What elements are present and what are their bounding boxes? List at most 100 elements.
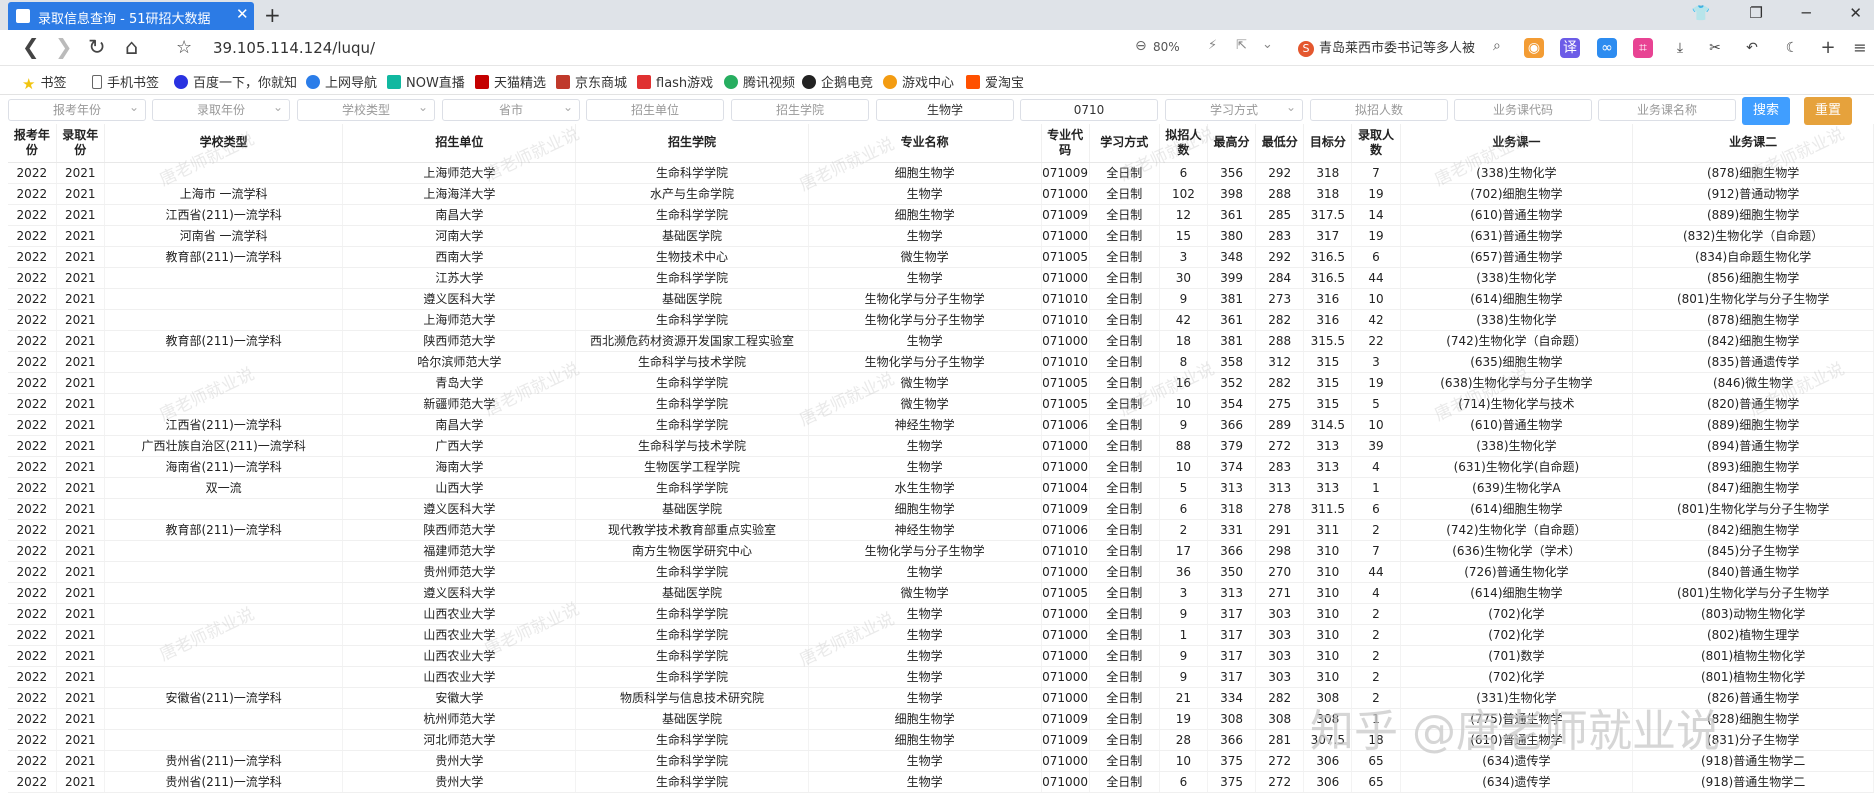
table-row[interactable]: 2022 2021 新疆师范大学 生命科学学院 微生物学 071005 全日制 10 354 27… bbox=[8, 393, 1874, 415]
table-row[interactable]: 2022 2021 河北师范大学 生命科学学院 细胞生物学 071009 全日制 28 366 2… bbox=[8, 729, 1874, 751]
table-row[interactable]: 2022 2021 教育部(211)一流学科 西南大学 生物技术中心 微生物学 071005… bbox=[8, 246, 1874, 268]
game-icon[interactable]: ◉ bbox=[1524, 38, 1544, 58]
bookmark-item[interactable]: 上网导航 bbox=[306, 72, 377, 91]
url-field[interactable]: 39.105.114.124/luqu/ bbox=[213, 39, 375, 57]
new-tab-icon[interactable]: + bbox=[264, 3, 281, 27]
table-row[interactable]: 2022 2021 上海师范大学 生命科学学院 细胞生物学 071009 全日制 6 356 29… bbox=[8, 162, 1874, 184]
table-cell: 2021 bbox=[56, 393, 105, 415]
unit-input[interactable]: 招生单位 bbox=[586, 99, 724, 121]
infinity-icon[interactable]: ∞ bbox=[1597, 38, 1617, 58]
search-input[interactable]: S 青岛莱西市委书记等多人被 bbox=[1298, 37, 1488, 59]
school-type-select[interactable]: 学校类型 bbox=[297, 97, 435, 121]
table-cell: 2021 bbox=[56, 330, 105, 352]
zoom-level[interactable]: 80% bbox=[1153, 40, 1180, 54]
table-row[interactable]: 2022 2021 山西农业大学 生命科学学院 生物学 071000 全日制 9 317 303 3… bbox=[8, 603, 1874, 625]
major-name-input[interactable]: 生物学 bbox=[876, 99, 1014, 121]
bookmark-star-icon[interactable]: ☆ bbox=[176, 37, 192, 58]
study-mode-select[interactable]: 学习方式 bbox=[1165, 97, 1303, 121]
table-row[interactable]: 2022 2021 贵州省(211)一流学科 贵州大学 生命科学学院 生物学 071000 全… bbox=[8, 771, 1874, 793]
table-row[interactable]: 2022 2021 上海市 一流学科 上海海洋大学 水产与生命学院 生物学 071000 全日… bbox=[8, 183, 1874, 205]
table-row[interactable]: 2022 2021 遵义医科大学 基础医学院 细胞生物学 071009 全日制 6 318 278… bbox=[8, 498, 1874, 520]
table-row[interactable]: 2022 2021 教育部(211)一流学科 陕西师范大学 西北濒危药材资源开发国家工程… bbox=[8, 330, 1874, 352]
table-row[interactable]: 2022 2021 海南省(211)一流学科 海南大学 生物医学工程学院 生物学 07100… bbox=[8, 456, 1874, 478]
table-row[interactable]: 2022 2021 江苏大学 生命科学学院 生物学 071000 全日制 30 399 284 31… bbox=[8, 267, 1874, 289]
undo-icon[interactable]: ↶ bbox=[1742, 38, 1762, 58]
table-cell: 安徽省(211)一流学科 bbox=[104, 687, 344, 709]
restore-window-icon[interactable]: ❐ bbox=[1749, 4, 1762, 22]
reset-button[interactable]: 重置 bbox=[1804, 97, 1852, 125]
download-icon[interactable]: ⤓ bbox=[1670, 38, 1690, 58]
table-row[interactable]: 2022 2021 河南省 一流学科 河南大学 基础医学院 生物学 071000 全日制 15 3… bbox=[8, 225, 1874, 247]
bookmark-item[interactable]: NOW直播 bbox=[387, 72, 465, 91]
province-select[interactable]: 省市 bbox=[442, 97, 580, 121]
table-cell: 102 bbox=[1159, 183, 1208, 205]
share-icon[interactable]: ⇱ bbox=[1236, 38, 1247, 53]
table-row[interactable]: 2022 2021 安徽省(211)一流学科 安徽大学 物质科学与信息技术研究院 生物学 0… bbox=[8, 687, 1874, 709]
bookmark-item[interactable]: 企鹅电竞 bbox=[802, 72, 873, 91]
college-input[interactable]: 招生学院 bbox=[731, 99, 869, 121]
zoom-icon[interactable]: ⊖ bbox=[1135, 38, 1147, 54]
bookmark-item[interactable]: ★ 书签 bbox=[22, 72, 66, 93]
screenshot-icon[interactable]: ⌗ bbox=[1633, 38, 1653, 58]
bookmark-item[interactable]: 天猫精选 bbox=[475, 72, 546, 91]
dropdown-icon[interactable]: ⌄ bbox=[1262, 37, 1273, 52]
table-row[interactable]: 2022 2021 遵义医科大学 基础医学院 微生物学 071005 全日制 3 313 271 3… bbox=[8, 582, 1874, 604]
table-row[interactable]: 2022 2021 贵州省(211)一流学科 贵州大学 生命科学学院 生物学 071000 全… bbox=[8, 750, 1874, 772]
exam-year-select[interactable]: 报考年份 bbox=[8, 97, 146, 121]
bookmark-item[interactable]: 游戏中心 bbox=[883, 72, 954, 91]
search-button[interactable]: 搜索 bbox=[1742, 97, 1790, 125]
major-code-input[interactable]: 0710 bbox=[1020, 99, 1158, 121]
table-row[interactable]: 2022 2021 双一流 山西大学 生命科学学院 水生生物学 071004 全日制 5 313 3… bbox=[8, 477, 1874, 499]
bookmark-item[interactable]: 腾讯视频 bbox=[724, 72, 795, 91]
table-cell: 全日制 bbox=[1089, 414, 1160, 436]
table-cell: 遵义医科大学 bbox=[342, 582, 577, 604]
bookmark-item[interactable]: 京东商城 bbox=[556, 72, 627, 91]
table-row[interactable]: 2022 2021 教育部(211)一流学科 陕西师范大学 现代教学技术教育部重点实验室… bbox=[8, 519, 1874, 541]
close-window-icon[interactable]: ✕ bbox=[1849, 4, 1862, 22]
lightning-icon[interactable]: ⚡ bbox=[1208, 38, 1217, 53]
table-row[interactable]: 2022 2021 上海师范大学 生命科学学院 生物化学与分子生物学 071010 全日制 4… bbox=[8, 309, 1874, 331]
table-row[interactable]: 2022 2021 遵义医科大学 基础医学院 生物化学与分子生物学 071010 全日制 9 3… bbox=[8, 288, 1874, 310]
night-mode-icon[interactable]: ☾ bbox=[1782, 38, 1802, 58]
reload-icon[interactable]: ↻ bbox=[88, 35, 106, 59]
table-cell: 071000 bbox=[1041, 435, 1090, 457]
minimize-window-icon[interactable]: ─ bbox=[1802, 4, 1811, 22]
admit-year-select[interactable]: 录取年份 bbox=[152, 97, 290, 121]
bookmark-item[interactable]: 手机书签 bbox=[92, 72, 159, 91]
table-row[interactable]: 2022 2021 山西农业大学 生命科学学院 生物学 071000 全日制 9 317 303 3… bbox=[8, 645, 1874, 667]
table-row[interactable]: 2022 2021 青岛大学 生命科学学院 微生物学 071005 全日制 16 352 282 3… bbox=[8, 372, 1874, 394]
active-tab[interactable]: 录取信息查询 - 51研招大数据 ✕ bbox=[8, 2, 254, 30]
tab-title: 录取信息查询 - 51研招大数据 bbox=[38, 12, 211, 27]
table-row[interactable]: 2022 2021 江西省(211)一流学科 南昌大学 生命科学学院 神经生物学 07100… bbox=[8, 414, 1874, 436]
results-table-container[interactable]: 报考年份 录取年份 学校类型 招生单位 招生学院 专业名称 专业代码 学习方式 拟招人数 最高分最… bbox=[8, 124, 1874, 798]
shirt-icon[interactable]: 👕 bbox=[1692, 4, 1711, 22]
close-tab-icon[interactable]: ✕ bbox=[236, 5, 249, 23]
forward-icon[interactable]: ❯ bbox=[55, 35, 73, 59]
table-cell: (845)分子生物学 bbox=[1632, 540, 1874, 562]
back-icon[interactable]: ❮ bbox=[22, 35, 40, 59]
table-row[interactable]: 2022 2021 福建师范大学 南方生物医学研究中心 生物化学与分子生物学 071010… bbox=[8, 540, 1874, 562]
course-name-input[interactable]: 业务课名称 bbox=[1598, 99, 1736, 121]
home-icon[interactable]: ⌂ bbox=[125, 35, 138, 59]
course-code-input[interactable]: 业务课代码 bbox=[1454, 99, 1592, 121]
table-row[interactable]: 2022 2021 哈尔滨师范大学 生命科学与技术学院 生物化学与分子生物学 071010… bbox=[8, 351, 1874, 373]
search-icon[interactable]: ⌕ bbox=[1493, 38, 1501, 54]
table-row[interactable]: 2022 2021 山西农业大学 生命科学学院 生物学 071000 全日制 9 317 303 3… bbox=[8, 666, 1874, 688]
table-row[interactable]: 2022 2021 广西壮族自治区(211)一流学科 广西大学 生命科学与技术学院 生物学… bbox=[8, 435, 1874, 457]
table-row[interactable]: 2022 2021 江西省(211)一流学科 南昌大学 生命科学学院 细胞生物学 07100… bbox=[8, 204, 1874, 226]
add-icon[interactable]: + bbox=[1818, 38, 1838, 58]
table-cell: 071009 bbox=[1041, 204, 1090, 226]
bookmark-item[interactable]: flash游戏 bbox=[637, 72, 713, 91]
table-row[interactable]: 2022 2021 山西农业大学 生命科学学院 生物学 071000 全日制 1 317 303 3… bbox=[8, 624, 1874, 646]
table-row[interactable]: 2022 2021 贵州师范大学 生命科学学院 生物学 071000 全日制 36 350 270… bbox=[8, 561, 1874, 583]
tab-bar: 录取信息查询 - 51研招大数据 ✕ + 👕 ❐ ─ ✕ bbox=[0, 0, 1874, 30]
translate-icon[interactable]: 译 bbox=[1560, 38, 1580, 58]
table-row[interactable]: 2022 2021 杭州师范大学 基础医学院 细胞生物学 071009 全日制 19 308 30… bbox=[8, 708, 1874, 730]
cut-icon[interactable]: ✂ bbox=[1705, 38, 1725, 58]
column-header: 目标分 bbox=[1303, 124, 1353, 163]
bookmark-item[interactable]: 百度一下，你就知 bbox=[174, 72, 297, 91]
menu-icon[interactable]: ≡ bbox=[1850, 38, 1870, 58]
table-cell: 2022 bbox=[8, 288, 57, 310]
bookmark-item[interactable]: 爱淘宝 bbox=[966, 72, 1024, 91]
plan-count-input[interactable]: 拟招人数 bbox=[1310, 99, 1448, 121]
